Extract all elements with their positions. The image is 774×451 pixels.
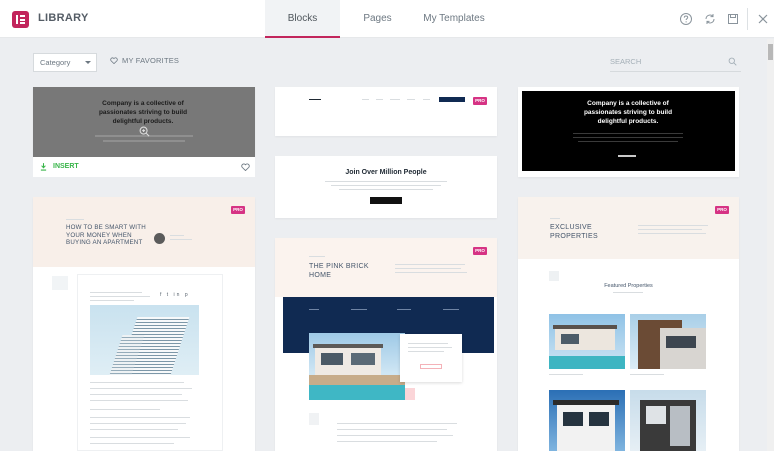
header-bar: LIBRARY Blocks Pages My Templates [0, 0, 774, 38]
help-icon[interactable] [679, 12, 693, 26]
info-panel [400, 334, 462, 382]
template-card-hero-black[interactable]: Company is a collective of passionates s… [518, 87, 739, 177]
property-image-1 [549, 314, 625, 369]
template-headline: THE PINK BRICK HOME [309, 263, 369, 279]
search-placeholder: SEARCH [610, 57, 642, 66]
header-divider [747, 8, 748, 30]
download-icon [40, 163, 47, 171]
sync-icon[interactable] [703, 12, 717, 26]
template-headline: Company is a collective of passionates s… [98, 100, 188, 125]
tab-blocks[interactable]: Blocks [265, 0, 340, 38]
cta-button [370, 197, 402, 204]
template-headline: Company is a collective of passionates s… [583, 100, 673, 125]
my-favorites-filter[interactable]: MY FAVORITES [110, 56, 179, 65]
tab-my-templates[interactable]: My Templates [418, 0, 490, 38]
template-image-house [309, 333, 405, 400]
library-title: LIBRARY [38, 12, 89, 24]
pro-badge: PRO [715, 206, 729, 214]
template-subheading: Featured Properties [604, 283, 653, 289]
template-headline: HOW TO BE SMART WITH YOUR MONEY WHEN BUY… [66, 224, 146, 246]
library-modal: LIBRARY Blocks Pages My Templates Catego… [0, 0, 774, 451]
template-card-exclusive[interactable]: EXCLUSIVE PROPERTIES PRO Featured Proper… [518, 197, 739, 451]
search-icon [728, 57, 737, 66]
tab-pages[interactable]: Pages [350, 0, 405, 38]
elementor-logo-icon [12, 11, 29, 28]
template-card-join[interactable]: Join Over Million People [275, 156, 497, 218]
insert-bar: INSERT [33, 157, 255, 177]
zoom-icon[interactable] [139, 126, 150, 137]
scroll-thumb[interactable] [768, 44, 773, 60]
my-favorites-label: MY FAVORITES [122, 56, 180, 65]
template-card-hero-gray[interactable]: Company is a collective of passionates s… [33, 87, 255, 157]
property-image-4 [630, 390, 706, 451]
template-headline: EXCLUSIVE PROPERTIES [550, 224, 598, 240]
scrollbar[interactable] [767, 39, 774, 451]
favorite-heart-icon[interactable] [241, 163, 250, 171]
template-card-smart-money[interactable]: HOW TO BE SMART WITH YOUR MONEY WHEN BUY… [33, 197, 255, 451]
category-select[interactable]: Category [33, 53, 97, 72]
property-image-3 [549, 390, 625, 451]
template-headline: Join Over Million People [345, 169, 427, 176]
template-card-navbar[interactable]: PRO [275, 87, 497, 136]
chevron-down-icon [85, 61, 91, 64]
close-icon[interactable] [756, 12, 770, 26]
pro-badge: PRO [473, 247, 487, 255]
pro-badge: PRO [473, 97, 487, 105]
search-input[interactable]: SEARCH [610, 52, 741, 72]
property-image-2 [630, 314, 706, 369]
template-image-building [90, 305, 199, 375]
template-card-pink-brick[interactable]: THE PINK BRICK HOME PRO [275, 238, 497, 451]
category-select-label: Category [40, 58, 71, 67]
save-icon[interactable] [726, 12, 740, 26]
heart-icon [110, 57, 118, 65]
pro-badge: PRO [231, 206, 245, 214]
insert-button[interactable]: INSERT [53, 163, 79, 170]
avatar [154, 233, 165, 244]
